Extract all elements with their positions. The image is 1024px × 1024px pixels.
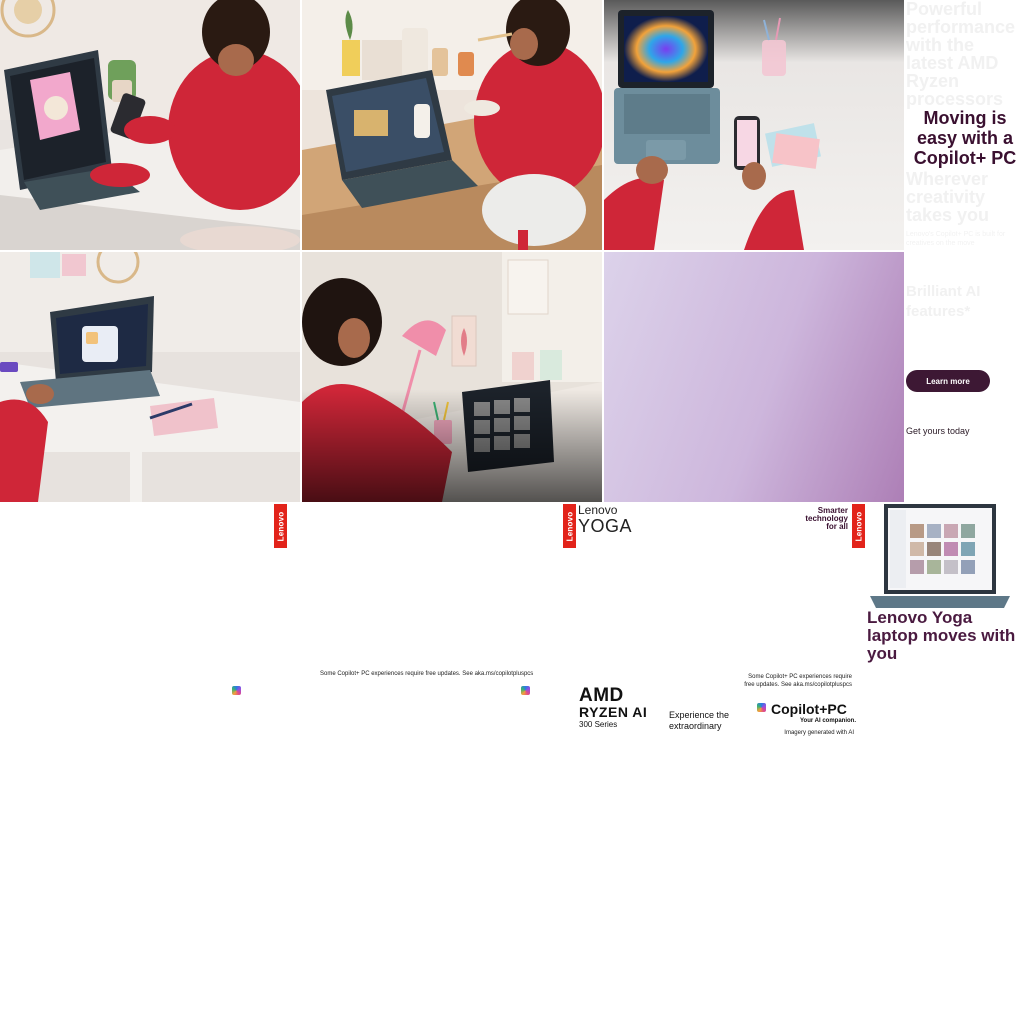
lenovo-logo-text: Lenovo — [276, 511, 285, 541]
get-yours-link[interactable]: Get yours today — [906, 426, 970, 436]
imagery-disclaimer: Imagery generated with AI — [784, 730, 854, 736]
ad-copy-column: Powerful performance with the latest AMD… — [906, 0, 1024, 502]
experience-line-1: Experience the — [669, 710, 730, 720]
copilot-pc-logo: Copilot+PC — [771, 701, 847, 717]
lenovo-logo-text: Lenovo — [854, 511, 863, 541]
experience-line-2: extraordinary — [669, 721, 722, 731]
fineprint-right: Some Copilot+ PC experiences require fre… — [726, 673, 852, 689]
ghost-headline: Powerful performance with the latest AMD… — [906, 0, 1016, 109]
learn-more-button[interactable]: Learn more — [906, 370, 990, 392]
lenovo-logo-tag: Lenovo — [274, 504, 287, 548]
ryzen-series-label: 300 Series — [579, 720, 618, 729]
yoga-headline: Lenovo Yoga laptop moves with you — [867, 608, 1016, 663]
experience-tagline: Experience the extraordinary — [669, 710, 729, 732]
fineprint-right-line2: free updates. See aka.ms/copilotpluspcs — [744, 682, 852, 688]
lenovo-logo-tag-yoga: Lenovo — [563, 504, 576, 548]
photo-tile-overhead-laptop — [604, 0, 904, 250]
photo-tile-kitchen-laptop — [302, 0, 602, 250]
ghost-features: Brilliant AI features* — [906, 283, 981, 320]
smarter-line-3: for all — [826, 522, 848, 531]
amd-logo: AMD — [579, 685, 624, 706]
fineprint-right-line1: Some Copilot+ PC experiences require — [748, 674, 852, 680]
photo-tile-lamp-desk — [302, 252, 602, 502]
gradient-background-tile — [604, 252, 904, 502]
photo-tile-pet-editing — [0, 0, 300, 250]
ryzen-ai-label: RYZEN AI — [579, 704, 648, 720]
yoga-laptop-image — [866, 502, 1012, 610]
lenovo-logo-tag-right: Lenovo — [852, 504, 865, 548]
copilot-logo-icon — [521, 686, 530, 695]
copilot-logo-icon — [757, 703, 766, 712]
copilot-companion-text: Your AI companion. — [799, 718, 856, 724]
copilot-logo-icon — [232, 686, 241, 695]
lenovo-logo-text: Lenovo — [565, 511, 574, 541]
photo-tile-desk-notebook — [0, 252, 300, 502]
ghost-subhead: Wherever creativity takes you — [906, 169, 990, 225]
amd-ryzen-logo: AMD RYZEN AI 300 Series — [579, 686, 647, 729]
yoga-word: YOGA — [578, 516, 633, 536]
ghost-small-copy: Lenovo's Copilot+ PC is built for creati… — [906, 231, 1006, 247]
yoga-brand: Lenovo YOGA — [578, 504, 633, 536]
ghost-banner-text — [2, 507, 82, 517]
smarter-tagline: Smarter technology for all — [790, 507, 848, 531]
main-headline: Moving is easy with a Copilot+ PC — [913, 108, 1017, 168]
fineprint-left: Some Copilot+ PC experiences require fre… — [320, 671, 534, 677]
